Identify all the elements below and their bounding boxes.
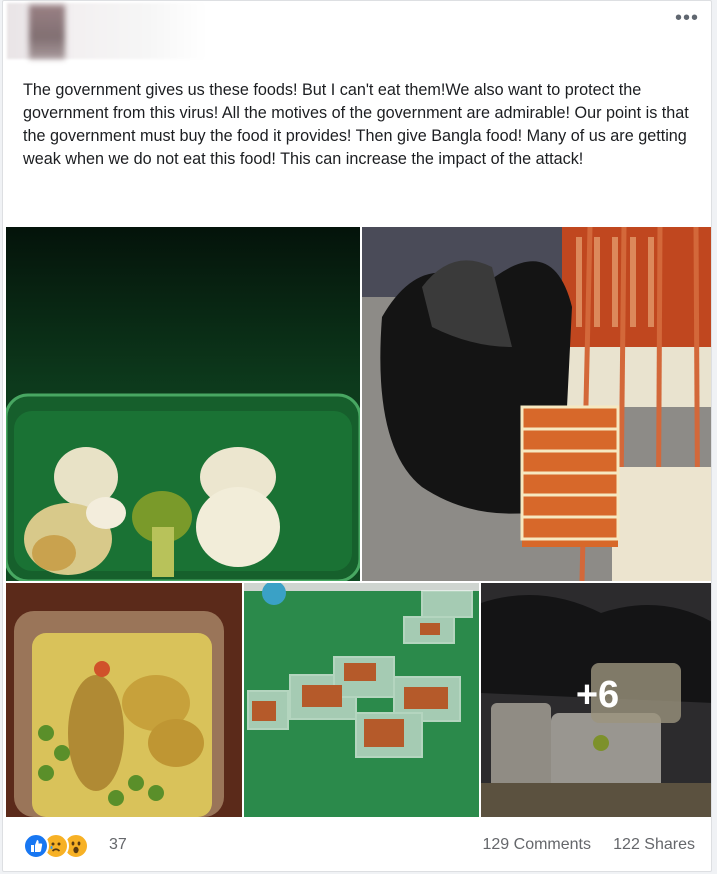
shares-count-link[interactable]: 122 Shares	[613, 836, 695, 854]
photo-discarded-boxes[interactable]: +6	[481, 583, 711, 817]
more-photos-count: +6	[575, 674, 620, 716]
more-options-icon[interactable]: •••	[673, 8, 701, 31]
post-footer: 37 129 Comments 122 Shares	[3, 819, 711, 871]
reaction-count: 37	[109, 836, 127, 853]
facebook-post: ••• The government gives us these foods!…	[2, 0, 712, 872]
post-text: The government gives us these foods! But…	[23, 81, 689, 168]
avatar[interactable]	[29, 5, 65, 59]
photo-small-trays[interactable]	[244, 583, 479, 817]
post-header: •••	[3, 1, 711, 61]
photo-stacked-containers[interactable]	[362, 227, 711, 581]
comments-count-link[interactable]: 129 Comments	[483, 836, 592, 854]
photo-rice-vegetables[interactable]	[6, 583, 242, 817]
like-icon	[23, 833, 49, 859]
photo-cauliflower-broccoli[interactable]	[6, 227, 360, 581]
